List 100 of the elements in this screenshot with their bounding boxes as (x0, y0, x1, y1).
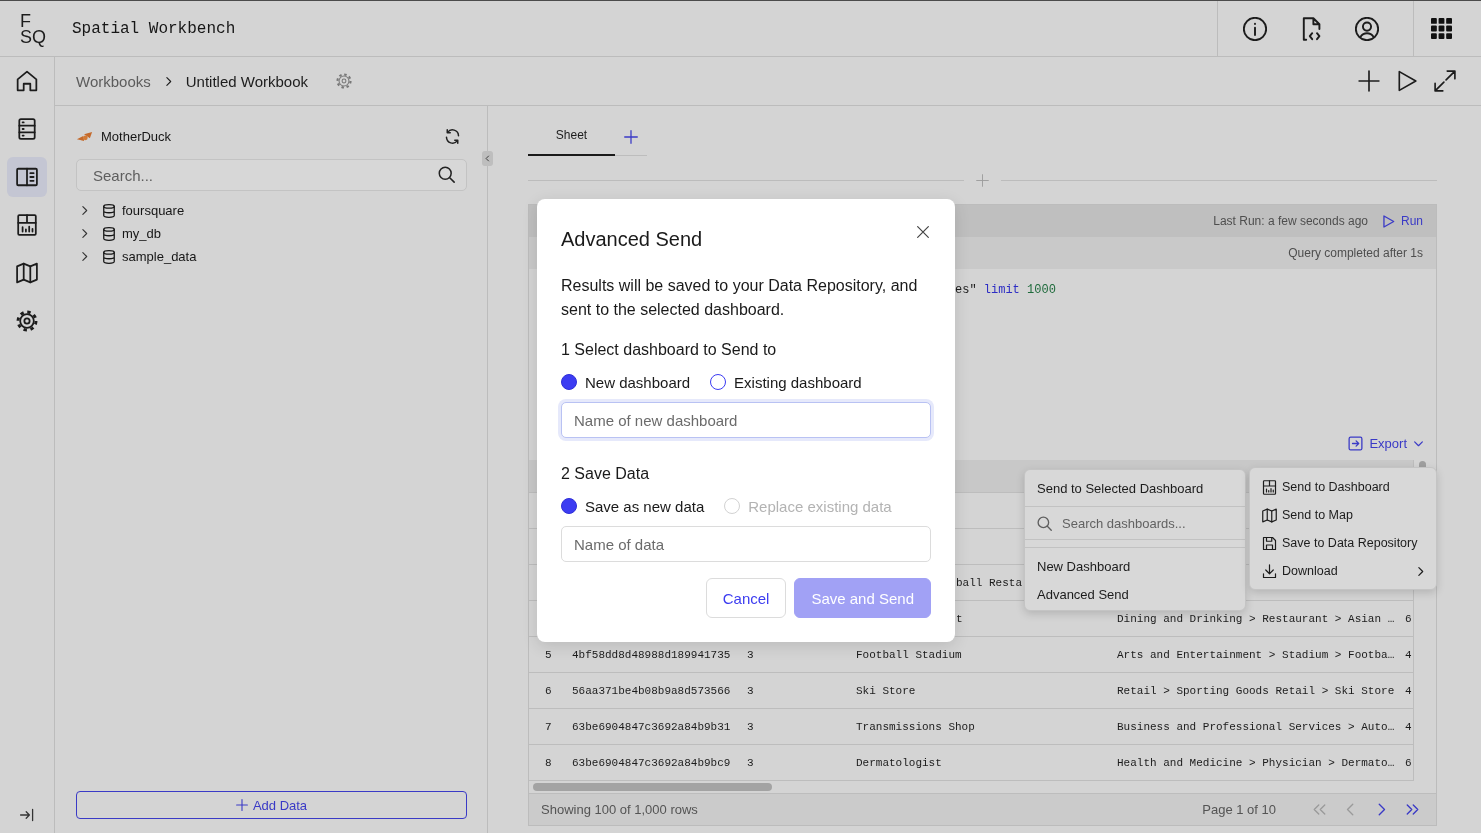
export-icon (1348, 436, 1364, 451)
app-title: Spatial Workbench (72, 19, 236, 38)
info-icon[interactable] (1243, 16, 1267, 41)
search-field[interactable]: Search... (76, 159, 467, 191)
logo-text: F (20, 12, 31, 29)
chevron-right-icon[interactable] (79, 205, 90, 216)
search-field[interactable]: Search dashboards... (1062, 511, 1233, 535)
row-summary: Showing 100 of 1,000 rows (541, 802, 698, 817)
add-tab-icon[interactable] (624, 129, 638, 144)
sidebar-icon (16, 166, 38, 188)
table-cell: Health and Medicine > Physician > Dermato… (1117, 756, 1395, 769)
radio-button[interactable] (561, 498, 577, 514)
apps-grid-icon[interactable] (1431, 18, 1452, 39)
menu-heading: Send to Selected Dashboard (1025, 470, 1245, 507)
save-icon (1262, 535, 1277, 551)
sheet-tab[interactable]: Sheet (528, 118, 615, 156)
table-cell: 7 (545, 720, 552, 733)
chevron-right-icon[interactable] (79, 251, 90, 262)
tree-item[interactable]: foursquare (76, 199, 467, 222)
table-cell: 6 (545, 684, 552, 697)
table-cell: 4 (1405, 720, 1412, 733)
table-cell: 5 (545, 648, 552, 661)
export-button[interactable]: Export (1348, 436, 1424, 451)
expand-icon[interactable] (1434, 70, 1456, 92)
chevron-right-icon[interactable] (79, 228, 90, 239)
search-icon (1037, 515, 1052, 531)
add-cell-icon[interactable] (976, 173, 989, 187)
table-cell: 4 (1405, 684, 1412, 697)
radio-button[interactable] (710, 374, 727, 390)
section-heading: 2 Save Data (561, 464, 651, 484)
table-cell: 56aa371be4b08b9a8d573566 (572, 684, 731, 697)
collapse-button[interactable] (482, 151, 493, 166)
map-icon (16, 262, 38, 284)
source-logo-icon (76, 130, 93, 142)
logo-text: SQ (20, 28, 46, 45)
table-cell: Arts and Entertainment > Stadium > Footba… (1117, 648, 1395, 661)
table-cell: 6 (1405, 612, 1412, 625)
dashboard-icon (16, 214, 38, 236)
user-icon[interactable] (1355, 16, 1379, 41)
chevron-down-icon (1413, 438, 1424, 449)
name-field[interactable]: Name of new dashboard (561, 402, 931, 438)
add-data-button[interactable]: Add Data (76, 791, 467, 819)
source-name: MotherDuck (101, 128, 173, 144)
table-cell: 3 (747, 648, 754, 661)
database-icon (102, 226, 116, 241)
table-cell: 8 (545, 756, 552, 769)
table-cell: 3 (747, 720, 754, 733)
dialog-title: Advanced Send (561, 227, 703, 252)
menu-item[interactable]: Send to Map (1250, 501, 1436, 529)
table-cell: 63be6904847c3692a84b9b31 (572, 720, 731, 733)
option-label: Replace existing data (748, 497, 892, 515)
chevron-left-icon (484, 155, 491, 162)
database-icon (102, 249, 116, 264)
table-cell: 3 (747, 684, 754, 697)
table-cell: t (956, 612, 963, 625)
server-icon (16, 118, 38, 140)
table-cell: 6 (1405, 756, 1412, 769)
table-cell: Football Stadium (856, 648, 962, 661)
run-button[interactable]: Run (1382, 214, 1423, 228)
name-field[interactable]: Name of data (561, 526, 931, 562)
close-icon[interactable] (917, 226, 929, 238)
table-cell: Dining and Drinking > Restaurant > Asian … (1117, 612, 1395, 625)
menu-item[interactable]: Download (1250, 557, 1436, 585)
database-icon (102, 203, 116, 218)
table-cell: 3 (747, 756, 754, 769)
map-icon (1262, 507, 1277, 523)
plus-icon (235, 799, 248, 811)
home-icon (16, 70, 38, 92)
double-chevron-right-icon[interactable] (1405, 802, 1420, 817)
table-cell: 63be6904847c3692a84b9bc9 (572, 756, 731, 769)
menu-item[interactable]: New Dashboard (1025, 552, 1245, 580)
table-cell: ball Resta (956, 576, 1022, 589)
play-icon (1382, 214, 1395, 228)
expand-sidebar-icon[interactable] (19, 807, 35, 823)
table-cell: 4bf58dd8d48988d189941735 (572, 648, 731, 661)
play-icon[interactable] (1396, 70, 1418, 92)
settings-icon (16, 310, 38, 332)
radio-button[interactable] (561, 374, 577, 390)
scrollbar-thumb[interactable] (533, 783, 772, 791)
breadcrumb-link[interactable]: Workbooks (76, 72, 151, 90)
table-cell: 4 (1405, 648, 1412, 661)
section-heading: 1 Select dashboard to Send to (561, 340, 778, 360)
menu-item[interactable]: Send to Dashboard (1250, 473, 1436, 501)
table-cell: Dermatologist (856, 756, 942, 769)
plus-icon[interactable] (1358, 70, 1380, 92)
settings-icon[interactable] (336, 73, 353, 89)
tree-item[interactable]: sample_data (76, 245, 467, 268)
status-text: Query completed after 1s (1288, 246, 1423, 260)
menu-item[interactable]: Advanced Send (1025, 580, 1245, 608)
nav-button[interactable] (7, 157, 47, 197)
dialog-description: Results will be saved to your Data Repository, and sent to the selected dashboard. (561, 276, 919, 320)
last-run-text: Last Run: a few seconds ago (1213, 214, 1368, 228)
refresh-icon[interactable] (445, 128, 460, 144)
dashboard-icon (1262, 479, 1277, 495)
table-cell: Retail > Sporting Goods Retail > Ski Store (1117, 684, 1395, 697)
download-icon (1262, 563, 1277, 579)
tree-item[interactable]: my_db (76, 222, 467, 245)
table-cell: Business and Professional Services > Auto… (1117, 720, 1395, 733)
cancel-button[interactable]: Cancel (705, 578, 787, 618)
menu-item[interactable]: Save to Data Repository (1250, 529, 1436, 557)
